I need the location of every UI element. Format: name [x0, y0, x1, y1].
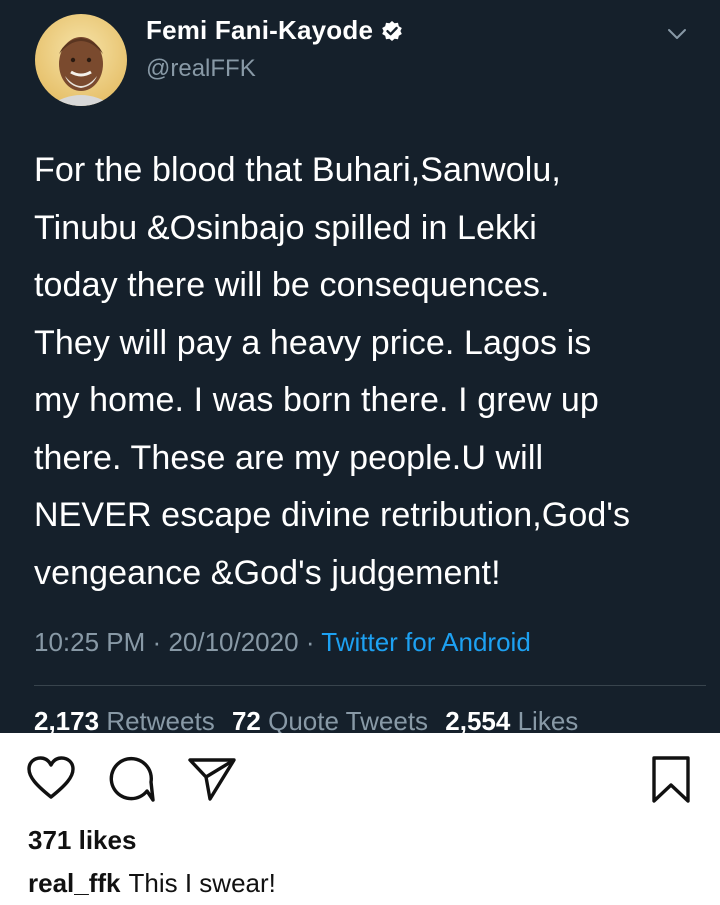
comment-icon[interactable] [106, 755, 156, 808]
tweet-time[interactable]: 10:25 PM [34, 627, 145, 657]
retweets-label[interactable]: Retweets [106, 706, 214, 733]
meta-separator: · [152, 627, 162, 657]
share-icon[interactable] [186, 755, 238, 808]
heart-icon[interactable] [26, 755, 76, 806]
post-caption: real_ffk This I swear! [28, 868, 276, 899]
caption-username[interactable]: real_ffk [28, 868, 121, 898]
tweet-text: For the blood that Buhari,Sanwolu, Tinub… [34, 151, 631, 592]
meta-separator: · [305, 627, 315, 657]
tweet-screenshot: Femi Fani-Kayode @realFFK For the blood … [0, 0, 720, 733]
tweet-stats: 2,173 Retweets 72 Quote Tweets 2,554 Lik… [34, 706, 588, 733]
divider [34, 685, 706, 686]
bookmark-icon[interactable] [650, 755, 692, 810]
verified-badge-icon [381, 20, 403, 42]
post-likes-count[interactable]: 371 likes [28, 825, 136, 856]
quote-tweets-count[interactable]: 72 [232, 706, 261, 733]
author-handle[interactable]: @realFFK [146, 55, 256, 83]
author-name[interactable]: Femi Fani-Kayode [146, 15, 373, 46]
avatar[interactable] [35, 14, 127, 106]
tweet-source-link[interactable]: Twitter for Android [321, 627, 531, 657]
tweet-date[interactable]: 20/10/2020 [168, 627, 298, 657]
likes-count[interactable]: 2,554 [445, 706, 510, 733]
post-action-bar [0, 745, 720, 815]
chevron-down-icon[interactable] [663, 20, 691, 48]
retweets-count[interactable]: 2,173 [34, 706, 99, 733]
author-name-row: Femi Fani-Kayode [146, 15, 403, 46]
likes-label[interactable]: Likes [518, 706, 579, 733]
tweet-meta: 10:25 PM · 20/10/2020 · Twitter for Andr… [34, 627, 531, 658]
caption-text: This I swear! [128, 868, 276, 898]
quote-tweets-label[interactable]: Quote Tweets [268, 706, 428, 733]
